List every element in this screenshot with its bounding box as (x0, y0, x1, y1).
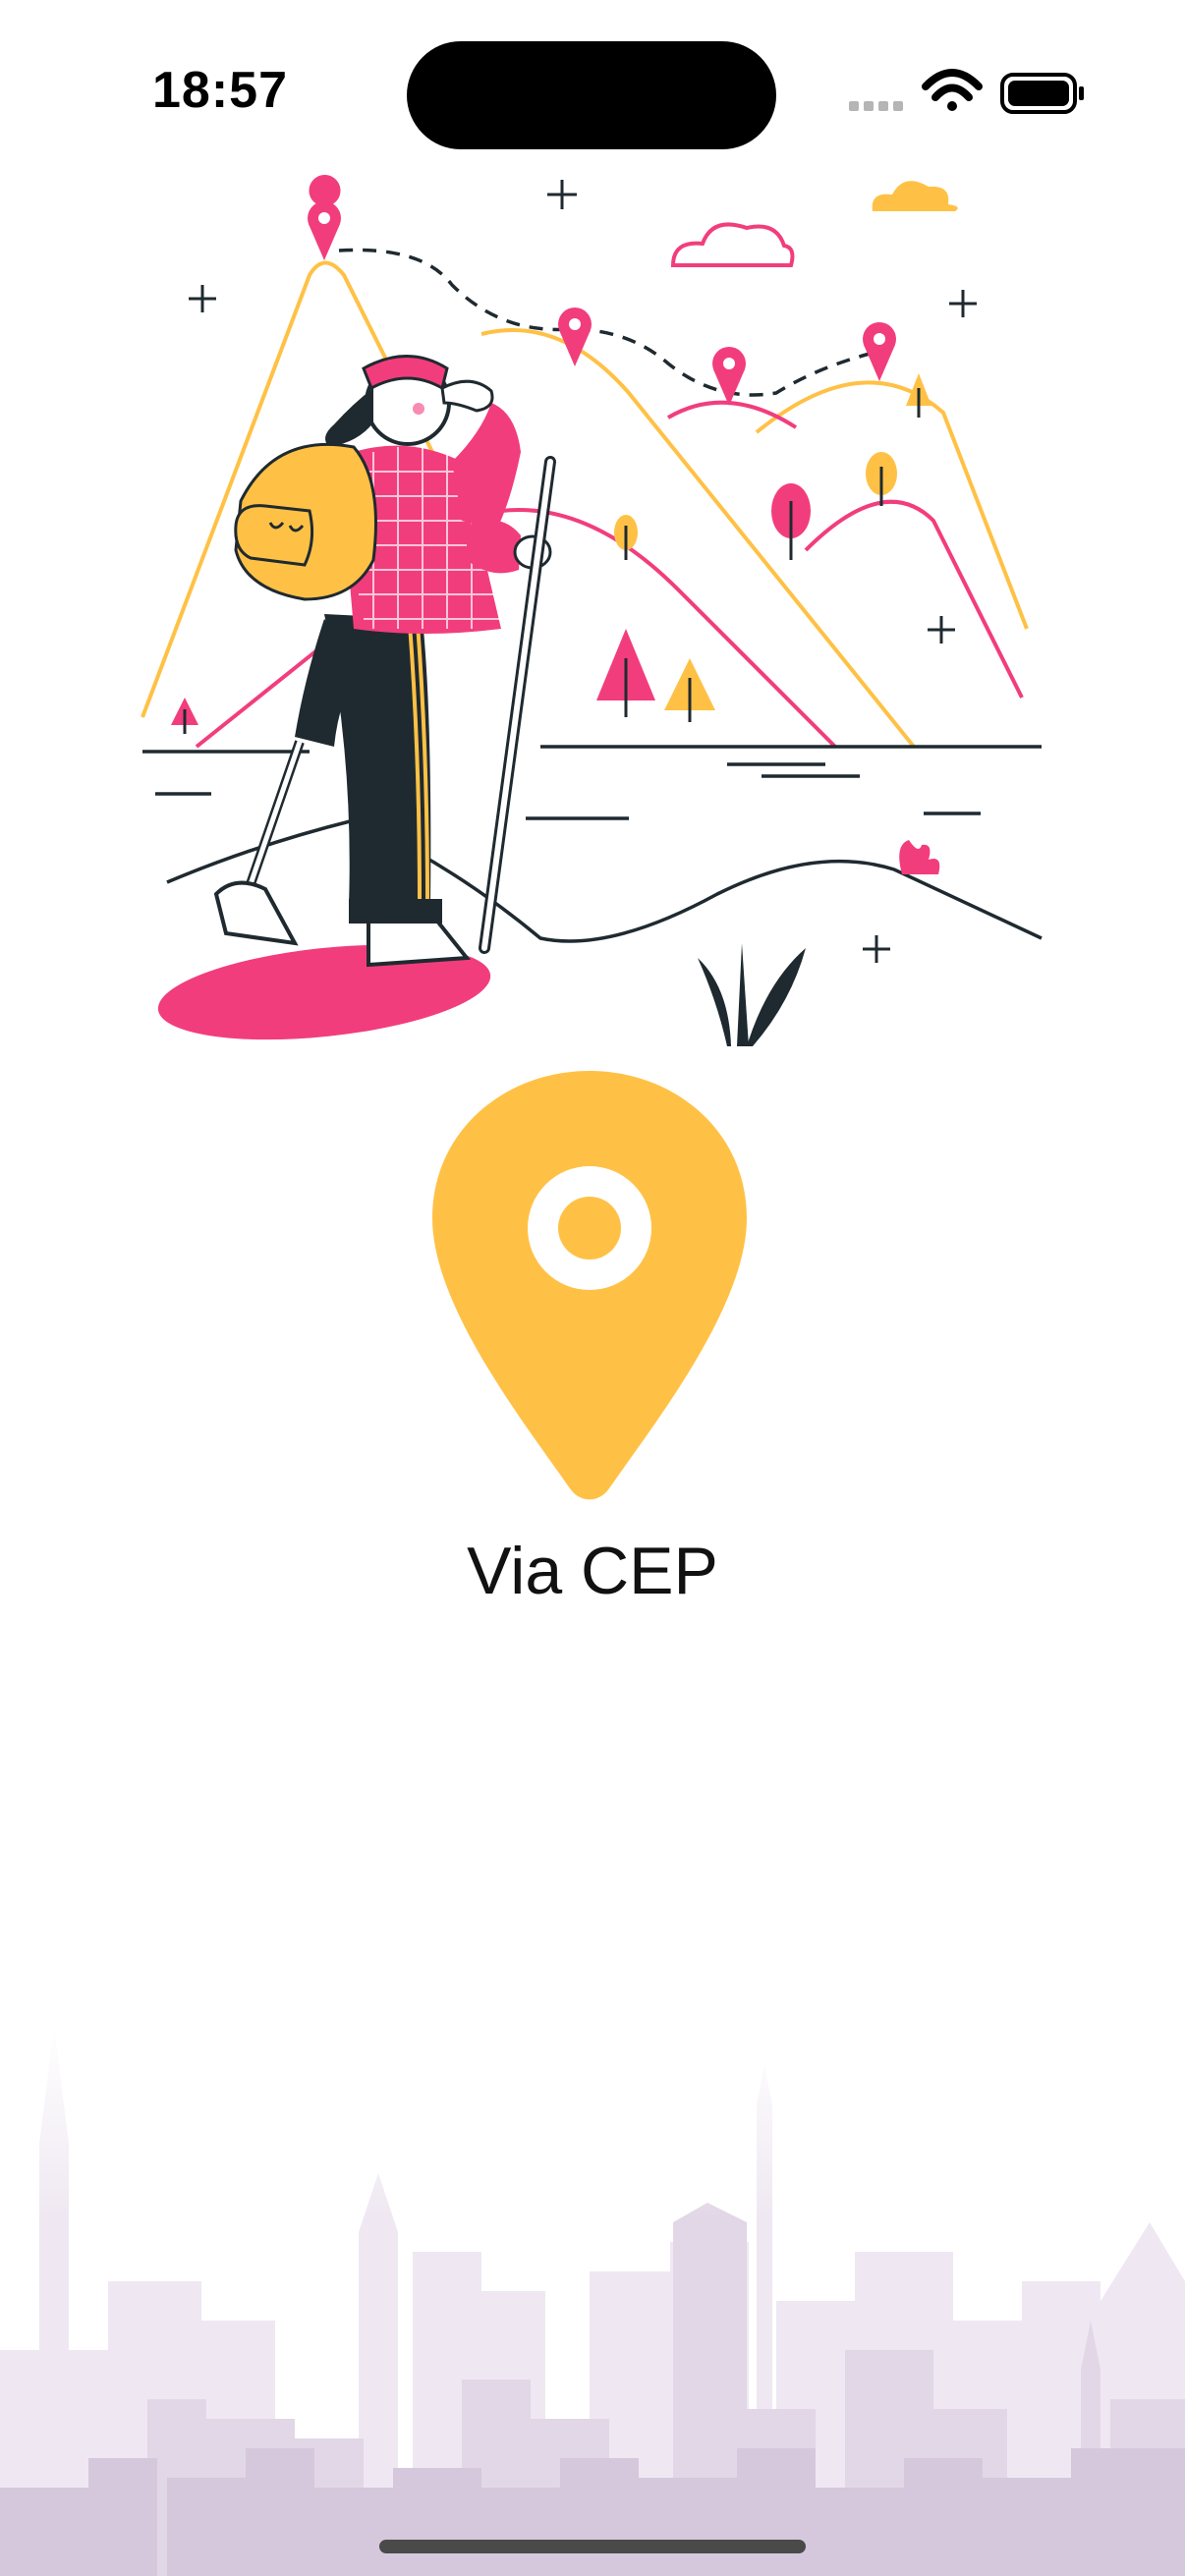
signal-dots-icon (849, 101, 903, 111)
dynamic-island (407, 41, 776, 149)
app-title: Via CEP (467, 1534, 718, 1608)
location-pin-icon (432, 1071, 747, 1500)
flower (899, 840, 940, 874)
hiker-illustration (141, 175, 1043, 1046)
battery-icon (1000, 73, 1084, 114)
wifi-icon (922, 69, 983, 111)
status-time: 18:57 (152, 62, 288, 119)
plant (698, 943, 806, 1046)
city-skyline-background (0, 2026, 1185, 2576)
cloud-yellow (872, 181, 958, 211)
cloud-outline (670, 222, 795, 267)
home-indicator[interactable] (379, 2540, 806, 2553)
status-bar: 18:57 (0, 0, 1185, 149)
hiker-figure (213, 355, 556, 968)
